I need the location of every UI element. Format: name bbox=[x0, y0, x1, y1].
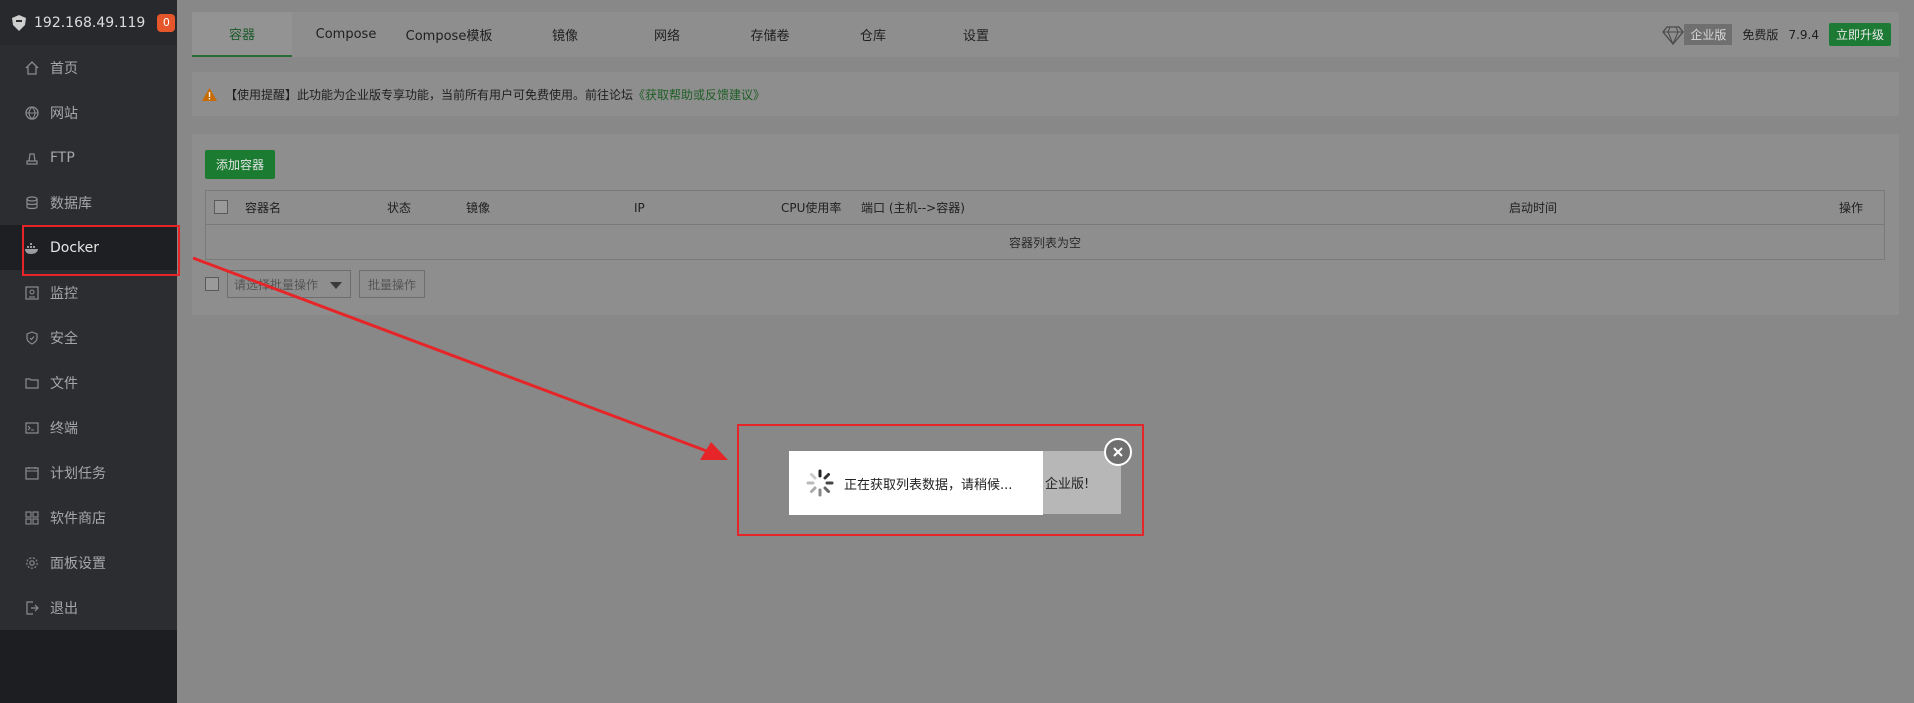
sidebar-item-app-store[interactable]: 软件商店 bbox=[0, 495, 177, 540]
sidebar-item-monitor[interactable]: 监控 bbox=[0, 270, 177, 315]
sidebar-item-home[interactable]: 首页 bbox=[0, 45, 177, 90]
sidebar-item-label: 计划任务 bbox=[50, 465, 106, 482]
column-header-start-time[interactable]: 启动时间 bbox=[1509, 199, 1557, 216]
batch-operation-button[interactable]: 批量操作 bbox=[359, 270, 426, 298]
edition-label: 免费版 bbox=[1742, 28, 1779, 42]
globe-icon bbox=[24, 105, 40, 121]
column-header-cpu[interactable]: CPU使用率 bbox=[781, 199, 841, 216]
enterprise-label: 企业版 bbox=[1684, 24, 1733, 45]
sidebar-item-label: 退出 bbox=[50, 600, 78, 617]
monitor-icon bbox=[24, 285, 40, 301]
sidebar-item-website[interactable]: 网站 bbox=[0, 90, 177, 135]
batch-select-placeholder: 请选择批量操作 bbox=[234, 277, 319, 292]
sidebar-item-panel-settings[interactable]: 面板设置 bbox=[0, 540, 177, 585]
close-icon bbox=[1113, 447, 1123, 457]
loading-dialog: 正在获取列表数据，请稍候... bbox=[789, 451, 1043, 515]
database-icon bbox=[24, 195, 40, 211]
notification-badge[interactable]: 0 bbox=[157, 13, 176, 32]
terminal-icon bbox=[24, 420, 40, 436]
sidebar-item-files[interactable]: 文件 bbox=[0, 360, 177, 405]
tab-containers[interactable]: 容器 bbox=[192, 12, 292, 57]
tab-networks[interactable]: 网络 bbox=[632, 12, 702, 57]
batch-operations: 请选择批量操作 批量操作 bbox=[205, 270, 426, 298]
home-icon bbox=[24, 60, 40, 76]
sidebar-item-label: 监控 bbox=[50, 285, 78, 302]
ftp-icon bbox=[24, 150, 40, 166]
sidebar-item-label: 安全 bbox=[50, 330, 78, 347]
sidebar-item-database[interactable]: 数据库 bbox=[0, 180, 177, 225]
container-table: 容器名 状态 镜像 IP CPU使用率 端口 (主机-->容器) 启动时间 操作… bbox=[205, 190, 1885, 260]
version-info: 企业版 免费版 7.9.4 立即升级 bbox=[1662, 12, 1891, 57]
tab-compose-templates[interactable]: Compose模板 bbox=[400, 12, 498, 57]
column-header-image[interactable]: 镜像 bbox=[466, 199, 490, 216]
sidebar-item-logout[interactable]: 退出 bbox=[0, 585, 177, 630]
tab-registry[interactable]: 仓库 bbox=[838, 12, 908, 57]
main-content: 容器 Compose Compose模板 镜像 网络 存储卷 仓库 设置 企业版… bbox=[177, 0, 1914, 703]
select-all-checkbox[interactable] bbox=[214, 200, 228, 214]
diamond-icon bbox=[1662, 25, 1685, 45]
table-header: 容器名 状态 镜像 IP CPU使用率 端口 (主机-->容器) 启动时间 操作 bbox=[206, 191, 1884, 225]
usage-notice: 【使用提醒】此功能为企业版专享功能，当前所有用户可免费使用。前往论坛 《获取帮助… bbox=[192, 72, 1899, 116]
sidebar-item-cron[interactable]: 计划任务 bbox=[0, 450, 177, 495]
sidebar-menu: 首页 网站 FTP 数据库 Docker 监控 安全 文件 终端 计划任务 软件… bbox=[0, 45, 177, 630]
sidebar-item-terminal[interactable]: 终端 bbox=[0, 405, 177, 450]
shield-icon bbox=[24, 330, 40, 346]
sidebar-item-label: 首页 bbox=[50, 60, 78, 77]
sidebar-item-label: 终端 bbox=[50, 420, 78, 437]
docker-tab-bar: 容器 Compose Compose模板 镜像 网络 存储卷 仓库 设置 企业版… bbox=[192, 12, 1899, 57]
server-logo-icon bbox=[12, 14, 26, 31]
sidebar-item-label: 软件商店 bbox=[50, 510, 106, 527]
chevron-down-icon bbox=[330, 282, 342, 289]
folder-icon bbox=[24, 375, 40, 391]
column-header-status[interactable]: 状态 bbox=[387, 199, 411, 216]
tab-settings[interactable]: 设置 bbox=[908, 12, 1044, 57]
close-dialog-button[interactable] bbox=[1104, 438, 1132, 466]
sidebar-item-label: FTP bbox=[50, 149, 75, 166]
docker-highlight-box bbox=[22, 225, 180, 276]
logout-icon bbox=[24, 600, 40, 616]
loading-spinner-icon bbox=[806, 469, 834, 497]
help-feedback-link[interactable]: 《获取帮助或反馈建议》 bbox=[633, 86, 765, 103]
gear-icon bbox=[24, 555, 40, 571]
sidebar-item-label: 文件 bbox=[50, 375, 78, 392]
column-header-ports[interactable]: 端口 (主机-->容器) bbox=[861, 199, 965, 216]
warning-icon bbox=[202, 87, 217, 101]
sidebar-item-label: 数据库 bbox=[50, 195, 92, 212]
version-number: 7.9.4 bbox=[1788, 27, 1819, 42]
column-header-name[interactable]: 容器名 bbox=[245, 199, 281, 216]
calendar-icon bbox=[24, 465, 40, 481]
column-header-actions: 操作 bbox=[1839, 201, 1864, 215]
sidebar-item-security[interactable]: 安全 bbox=[0, 315, 177, 360]
batch-select-checkbox[interactable] bbox=[205, 277, 219, 291]
sidebar-item-label: 面板设置 bbox=[50, 555, 106, 572]
loading-text: 正在获取列表数据，请稍候... bbox=[844, 477, 1013, 493]
sidebar-item-ftp[interactable]: FTP bbox=[0, 135, 177, 180]
tab-compose[interactable]: Compose bbox=[292, 12, 400, 57]
batch-operation-select[interactable]: 请选择批量操作 bbox=[227, 270, 351, 298]
apps-icon bbox=[24, 510, 40, 526]
server-ip: 192.168.49.119 bbox=[34, 14, 146, 31]
sidebar-item-label: 网站 bbox=[50, 105, 78, 122]
empty-table-message: 容器列表为空 bbox=[1008, 235, 1081, 250]
add-container-button[interactable]: 添加容器 bbox=[205, 150, 275, 179]
tab-images[interactable]: 镜像 bbox=[498, 12, 632, 57]
column-header-ip[interactable]: IP bbox=[634, 201, 645, 215]
sidebar-footer bbox=[0, 631, 177, 703]
enterprise-badge[interactable]: 企业版 bbox=[1662, 24, 1733, 45]
container-panel: 添加容器 容器名 状态 镜像 IP CPU使用率 端口 (主机-->容器) 启动… bbox=[192, 134, 1899, 315]
sidebar: 192.168.49.119 0 首页 网站 FTP 数据库 Docker 监控 bbox=[0, 0, 177, 703]
server-header: 192.168.49.119 0 bbox=[0, 0, 177, 45]
notice-text: 【使用提醒】此功能为企业版专享功能，当前所有用户可免费使用。前往论坛 bbox=[225, 87, 634, 102]
upgrade-button[interactable]: 立即升级 bbox=[1828, 23, 1891, 46]
enterprise-tip-text: 企业版! bbox=[1045, 477, 1090, 492]
tab-volumes[interactable]: 存储卷 bbox=[702, 12, 838, 57]
